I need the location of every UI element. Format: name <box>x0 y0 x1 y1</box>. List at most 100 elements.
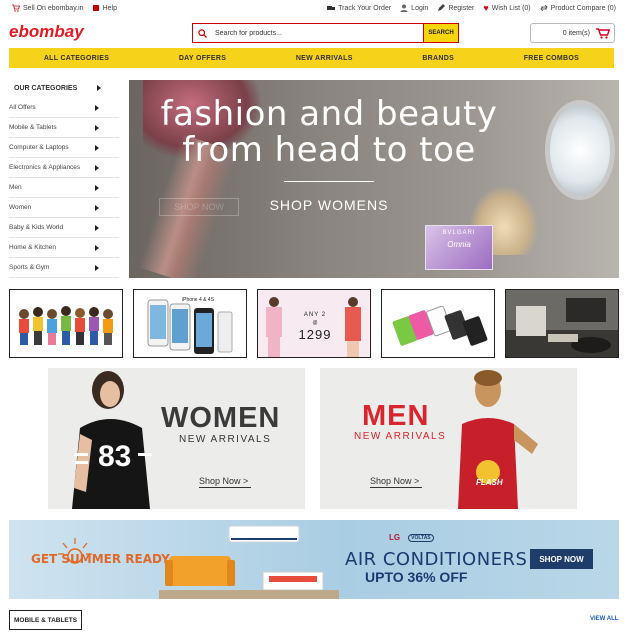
nav-free-combos[interactable]: FREE COMBOS <box>524 55 579 62</box>
search-button[interactable]: SEARCH <box>423 24 458 42</box>
nav-new-arrivals[interactable]: NEW ARRIVALS <box>296 55 353 62</box>
women-shop-underline <box>199 487 251 488</box>
caret-right-icon <box>95 184 99 191</box>
nav-day-offers[interactable]: DAY OFFERS <box>179 55 226 62</box>
help-icon <box>92 5 99 11</box>
search-input[interactable] <box>211 24 423 42</box>
promo-any2: ANY 2 <box>303 312 327 318</box>
category-header: OUR CATEGORIES <box>9 80 119 98</box>
main-nav: ALL CATEGORIES DAY OFFERS NEW ARRIVALS B… <box>9 48 614 68</box>
ac-title: AIR CONDITIONERS <box>345 549 528 570</box>
login-label: Login <box>411 4 429 12</box>
hero-perfume-image: BVLGARI Omnia <box>425 225 493 270</box>
ac-shop-now-button[interactable]: SHOP NOW <box>530 549 593 569</box>
top-utility-bar: Sell On ebombay.in Help Track Your Order… <box>0 0 628 17</box>
hero-banner[interactable]: SHOP NOW BVLGARI Omnia fashion and beaut… <box>129 80 619 278</box>
women-shirt-number: 83 <box>98 440 132 473</box>
wishlist-link[interactable]: ♥ Wish List (0) <box>483 4 530 13</box>
category-label: Men <box>9 184 22 191</box>
view-all-link[interactable]: VIEW ALL <box>590 616 618 622</box>
sell-label: Sell On ebombay.in <box>23 4 84 12</box>
category-item-sports-gym[interactable]: Sports & Gym <box>9 258 119 278</box>
caret-right-icon <box>95 144 99 151</box>
powerbank-image <box>392 305 488 346</box>
track-order-link[interactable]: Track Your Order <box>327 4 391 12</box>
men-subtitle: NEW ARRIVALS <box>354 431 447 442</box>
search-bar: SEARCH <box>192 23 459 43</box>
edit-icon <box>438 4 446 11</box>
nav-brands[interactable]: BRANDS <box>422 55 454 62</box>
category-item-men[interactable]: Men <box>9 178 119 198</box>
thumb-iphone[interactable]: iPhone 4 & 4S <box>133 289 247 358</box>
section-tab-mobile-tablets[interactable]: MOBILE & TABLETS <box>9 610 83 630</box>
category-item-mobile-tablets[interactable]: Mobile & Tablets <box>9 118 119 138</box>
category-label: Home & Kitchen <box>9 244 56 251</box>
hero-headline: fashion and beauty from head to toe <box>160 94 498 170</box>
site-logo[interactable]: ebombay <box>9 22 84 42</box>
help-link[interactable]: Help <box>92 4 117 12</box>
category-label: Baby & Kids World <box>9 224 64 231</box>
thumb-interior[interactable] <box>505 289 619 358</box>
caret-right-icon <box>95 164 99 171</box>
category-item-women[interactable]: Women <box>9 198 119 218</box>
lg-logo: LG <box>389 533 401 542</box>
caret-right-icon <box>95 264 99 271</box>
kids-group-image <box>19 306 113 345</box>
men-title: MEN <box>362 400 430 432</box>
category-label: Mobile & Tablets <box>9 124 57 131</box>
shop-womens-link[interactable]: SHOP WOMENS <box>129 197 529 213</box>
interior-image <box>506 290 618 357</box>
thumb-women-fashion[interactable]: ANY 2 @ 1299 <box>257 289 371 358</box>
women-shop-now[interactable]: Shop Now > <box>199 476 248 486</box>
voltas-logo: VOLTAS <box>408 533 434 542</box>
women-arrivals-banner[interactable]: 83 WOMEN NEW ARRIVALS Shop Now > <box>48 368 305 509</box>
men-shop-now[interactable]: Shop Now > <box>370 476 419 486</box>
track-label: Track Your Order <box>338 4 392 12</box>
category-item-electronics[interactable]: Electronics & Appliances <box>9 158 119 178</box>
caret-right-icon <box>95 104 99 111</box>
category-item-computer-laptops[interactable]: Computer & Laptops <box>9 138 119 158</box>
promo-at: @ <box>312 320 318 326</box>
caret-right-icon <box>95 244 99 251</box>
category-label: Women <box>9 204 32 211</box>
category-item-all-offers[interactable]: All Offers <box>9 98 119 118</box>
ac-brands: LG VOLTAS <box>389 533 434 542</box>
women-model-image <box>72 371 152 509</box>
register-label: Register <box>448 4 475 12</box>
category-sidebar: OUR CATEGORIES All Offers Mobile & Table… <box>9 80 119 278</box>
men-arrivals-banner[interactable]: MEN NEW ARRIVALS Shop Now > FLASH <box>320 368 577 509</box>
compare-label: Product Compare (0) <box>550 4 616 12</box>
promo-price: 1299 <box>298 327 332 342</box>
register-link[interactable]: Register <box>437 4 474 12</box>
iphone-label: iPhone 4 & 4S <box>182 297 214 303</box>
cart-count: 0 item(s) <box>562 29 590 37</box>
thumb-powerbanks[interactable] <box>381 289 495 358</box>
truck-icon <box>327 6 336 10</box>
summer-ready-text: GET SUMMER READY <box>31 552 170 566</box>
thumb-kids[interactable] <box>9 289 123 358</box>
men-model-image <box>458 370 538 509</box>
women-subtitle: NEW ARRIVALS <box>179 434 272 445</box>
living-room-image <box>159 525 339 599</box>
shopping-cart-icon <box>596 27 610 39</box>
ac-promo-banner[interactable]: GET SUMMER READY LG VOLTAS AIR CONDITION… <box>9 520 619 599</box>
women-title: WOMEN <box>161 402 281 434</box>
category-item-baby-kids[interactable]: Baby & Kids World <box>9 218 119 238</box>
compare-link[interactable]: Product Compare (0) <box>540 4 616 12</box>
category-label: All Offers <box>9 104 36 111</box>
sell-link[interactable]: Sell On ebombay.in <box>12 4 84 12</box>
men-shop-underline <box>370 487 422 488</box>
compare-icon <box>540 4 548 12</box>
category-label: Sports & Gym <box>9 264 50 271</box>
cart-button[interactable]: 0 item(s) <box>530 23 615 43</box>
hero-divider <box>284 181 374 182</box>
caret-right-icon <box>97 85 101 91</box>
men-shirt-text: FLASH <box>476 478 503 487</box>
category-label: Electronics & Appliances <box>9 164 81 171</box>
perfume-name: Omnia <box>447 240 471 249</box>
caret-right-icon <box>95 224 99 231</box>
help-label: Help <box>102 4 117 12</box>
login-link[interactable]: Login <box>400 4 428 12</box>
nav-all-categories[interactable]: ALL CATEGORIES <box>44 55 109 62</box>
category-item-home-kitchen[interactable]: Home & Kitchen <box>9 238 119 258</box>
